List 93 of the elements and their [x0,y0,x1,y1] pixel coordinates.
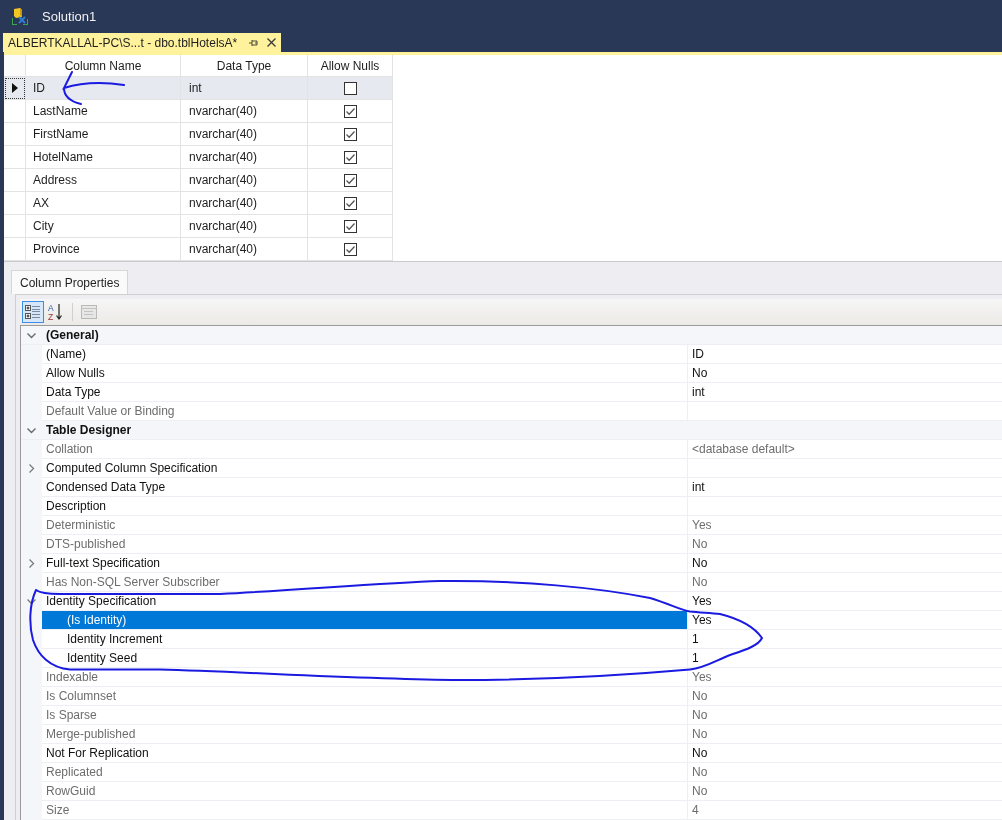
table-cell[interactable]: nvarchar(40) [181,100,308,123]
property-name[interactable]: Description [42,497,687,516]
property-value[interactable]: No [687,763,1002,782]
table-row[interactable]: ID int [4,77,393,100]
property-value[interactable]: int [687,383,1002,402]
table-cell[interactable]: nvarchar(40) [181,123,308,146]
property-name[interactable]: RowGuid [42,782,687,801]
table-cell[interactable]: nvarchar(40) [181,192,308,215]
table-row[interactable]: Address nvarchar(40) [4,169,393,192]
table-cell[interactable]: nvarchar(40) [181,215,308,238]
window-icon [81,305,97,319]
property-value[interactable]: No [687,535,1002,554]
property-value[interactable]: Yes [687,611,1002,630]
property-name[interactable]: Allow Nulls [42,364,687,383]
table-row[interactable]: LastName nvarchar(40) [4,100,393,123]
table-cell[interactable]: ID [26,77,181,100]
property-value[interactable]: No [687,744,1002,763]
property-value[interactable]: 1 [687,649,1002,668]
property-value[interactable]: Yes [687,668,1002,687]
table-cell[interactable]: LastName [26,100,181,123]
properties-tab[interactable]: Column Properties [11,270,129,294]
row-header[interactable] [4,77,26,100]
property-name[interactable]: DTS-published [42,535,687,554]
checkbox[interactable] [343,196,357,210]
document-tab[interactable]: ALBERTKALLAL-PC\S...t - dbo.tblHotelsA* [3,33,282,52]
property-name[interactable]: Is Columnset [42,687,687,706]
property-name[interactable]: Indexable [42,668,687,687]
cube-icon [11,7,29,26]
table-row[interactable]: City nvarchar(40) [4,215,393,238]
property-name[interactable]: Computed Column Specification [42,459,687,478]
property-name[interactable]: Collation [42,440,687,459]
property-value[interactable]: No [687,364,1002,383]
checkbox[interactable] [343,104,357,118]
category-label: Table Designer [45,422,132,439]
property-name[interactable]: Not For Replication [42,744,687,763]
table-cell[interactable]: City [26,215,181,238]
property-value[interactable]: Yes [687,592,1002,611]
property-name[interactable]: Deterministic [42,516,687,535]
property-value[interactable]: No [687,782,1002,801]
pin-icon[interactable] [249,38,260,47]
category-list-icon [25,304,41,320]
category-label: (General) [45,327,99,344]
chevron-right-icon[interactable] [27,559,36,568]
table-cell[interactable]: Address [26,169,181,192]
checkbox[interactable] [343,242,357,256]
property-name[interactable]: Condensed Data Type [42,478,687,497]
table-cell[interactable]: int [181,77,308,100]
chevron-down-icon[interactable] [27,330,36,340]
table-cell[interactable]: nvarchar(40) [181,146,308,169]
property-name[interactable]: (Is Identity) [42,611,687,630]
table-row[interactable]: HotelName nvarchar(40) [4,146,393,169]
window-title: Solution1 [42,9,97,24]
property-name[interactable]: Is Sparse [42,706,687,725]
property-name[interactable]: Size [42,801,687,820]
checkbox[interactable] [343,219,357,233]
property-value[interactable]: 4 [687,801,1002,820]
property-name[interactable]: Merge-published [42,725,687,744]
hand-drawn-mark [63,71,125,105]
property-value[interactable]: <database default> [687,440,1002,459]
triangle-pointer-icon [11,83,18,93]
checkbox[interactable] [343,127,357,141]
table-cell[interactable]: AX [26,192,181,215]
checkbox[interactable] [343,173,357,187]
property-value[interactable]: No [687,687,1002,706]
property-value[interactable]: int [687,478,1002,497]
property-value[interactable]: No [687,554,1002,573]
checkbox[interactable] [343,81,357,95]
property-name[interactable]: Identity Increment [42,630,687,649]
property-value[interactable]: No [687,706,1002,725]
chevron-down-icon[interactable] [27,597,36,606]
property-name[interactable]: Identity Seed [42,649,687,668]
table-row[interactable]: FirstName nvarchar(40) [4,123,393,146]
property-name[interactable]: Replicated [42,763,687,782]
property-name[interactable]: Full-text Specification [42,554,687,573]
property-name[interactable]: Default Value or Binding [42,402,687,421]
property-name[interactable]: Identity Specification [42,592,687,611]
property-value[interactable]: 1 [687,630,1002,649]
property-name[interactable]: Data Type [42,383,687,402]
property-value[interactable]: No [687,573,1002,592]
table-cell[interactable]: FirstName [26,123,181,146]
chevron-right-icon[interactable] [27,464,36,473]
property-value[interactable]: Yes [687,516,1002,535]
table-cell[interactable]: HotelName [26,146,181,169]
table-row[interactable]: AX nvarchar(40) [4,192,393,215]
property-name[interactable]: Has Non-SQL Server Subscriber [42,573,687,592]
property-value[interactable]: No [687,725,1002,744]
chevron-down-icon[interactable] [27,425,36,435]
property-name[interactable]: (Name) [42,345,687,364]
close-icon[interactable] [267,38,277,47]
table-cell[interactable]: nvarchar(40) [181,169,308,192]
categorized-button[interactable] [22,301,44,323]
checkbox[interactable] [343,150,357,164]
property-value[interactable]: ID [687,345,1002,364]
